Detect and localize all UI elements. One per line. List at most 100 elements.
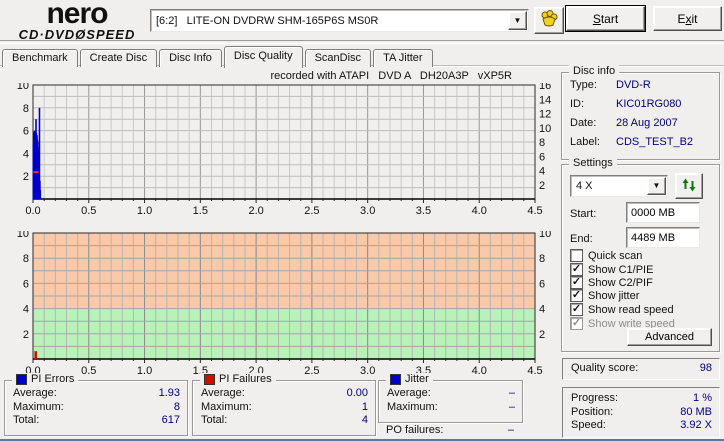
start-label-accel: S <box>592 11 601 26</box>
settings-groupbox: Settings 4 X ▼ Start: End: Quick scan Sh… <box>561 157 720 352</box>
disc-options-button[interactable] <box>534 7 564 34</box>
quality-score-row: Quality score: 98 <box>563 359 719 378</box>
tab-benchmark[interactable]: Benchmark <box>2 49 78 67</box>
svg-text:1.5: 1.5 <box>193 205 208 217</box>
svg-text:0.0: 0.0 <box>25 205 40 217</box>
stat-label: Average: <box>387 387 431 399</box>
checkbox-show-c1-pie[interactable]: Show C1/PIE <box>570 263 653 276</box>
svg-text:2.5: 2.5 <box>304 205 319 217</box>
checkbox-label: Show C1/PIE <box>588 263 654 276</box>
svg-text:12: 12 <box>539 109 551 121</box>
info-value: KIC01RG080 <box>616 98 682 110</box>
svg-text:4.5: 4.5 <box>527 205 542 217</box>
info-label: Label: <box>570 136 600 148</box>
pi-errors-title: PI Errors <box>31 373 75 385</box>
tab-disc-quality[interactable]: Disc Quality <box>223 46 303 68</box>
svg-text:4: 4 <box>23 148 29 160</box>
svg-text:8: 8 <box>539 137 545 149</box>
svg-text:10: 10 <box>539 231 551 240</box>
info-value: 28 Aug 2007 <box>616 117 678 129</box>
scan-speed-select[interactable]: 4 X ▼ <box>570 175 668 197</box>
stat-label: Maximum: <box>13 400 64 413</box>
drive-select[interactable]: [6:2] LITE-ON DVDRW SHM-165P6S MS0R ▼ <box>150 9 529 32</box>
end-mb-label: End: <box>570 233 593 245</box>
tab-scandisc[interactable]: ScanDisc <box>304 49 372 67</box>
jitter-legend-swatch <box>390 373 401 385</box>
svg-text:6: 6 <box>539 278 545 290</box>
scan-speed-dropdown-button[interactable]: ▼ <box>647 177 666 195</box>
nero-logo-text: nero <box>46 0 108 30</box>
disc-info-title-text: Disc info <box>573 65 616 77</box>
stat-value: – <box>508 387 515 399</box>
advanced-button[interactable]: Advanced <box>627 328 712 346</box>
stat-row: Maximum: 8 <box>5 401 187 415</box>
checkbox-show-read-speed[interactable]: Show read speed <box>570 303 674 316</box>
svg-text:1.0: 1.0 <box>137 205 152 217</box>
nero-cd-dvd-speed-window: nero CD·DVDØSPEED [6:2] LITE-ON DVDRW SH… <box>0 0 724 441</box>
pi-errors-legend-swatch <box>16 373 27 385</box>
tab-disc-info[interactable]: Disc Info <box>159 49 222 67</box>
jitter-title: Jitter <box>405 373 429 385</box>
stat-row: Average: 1.93 <box>5 387 187 401</box>
jitter-groupbox: Jitter Average: – Maximum: – <box>378 373 523 423</box>
stat-label: Total: <box>13 414 40 426</box>
disc-hand-icon <box>539 9 559 32</box>
speed-value: 3.92 X <box>680 419 712 431</box>
checkbox-label: Show C2/PIF <box>588 276 653 289</box>
checkbox-box[interactable] <box>570 276 583 289</box>
stat-label: Maximum: <box>201 400 252 413</box>
svg-text:14: 14 <box>539 94 551 106</box>
stat-value: – <box>508 400 515 413</box>
info-label: Type: <box>570 79 597 91</box>
exit-button[interactable]: Ex it <box>653 6 722 31</box>
checkbox-show-jitter[interactable]: Show jitter <box>570 289 639 302</box>
po-failures-label: PO failures: <box>386 424 444 436</box>
svg-text:10: 10 <box>17 231 29 240</box>
stat-row: Maximum: – <box>379 401 522 415</box>
tab-ta-jitter[interactable]: TA Jitter <box>373 49 433 67</box>
checkbox-label: Show jitter <box>588 289 640 302</box>
checkbox-quick-scan[interactable]: Quick scan <box>570 249 642 262</box>
checkbox-box <box>570 317 583 330</box>
settings-title: Settings <box>569 157 617 169</box>
stat-value: 8 <box>173 400 180 413</box>
checkbox-box[interactable] <box>570 289 583 302</box>
start-label-post: tart <box>600 11 619 26</box>
svg-text:4.5: 4.5 <box>527 365 542 377</box>
pi-failures-legend-swatch <box>204 373 215 385</box>
settings-title-text: Settings <box>573 157 613 169</box>
pi-errors-legend: PI Errors <box>12 373 79 385</box>
checkbox-show-c2-pif[interactable]: Show C2/PIF <box>570 276 653 289</box>
stat-value: 1 <box>361 400 368 413</box>
checkbox-box[interactable] <box>570 249 583 262</box>
checkbox-box[interactable] <box>570 303 583 316</box>
exit-label-post: it <box>691 11 698 26</box>
pi-failures-title: PI Failures <box>219 373 272 385</box>
pi-errors-chart: 2 4 6 8 10 2 4 6 8 10 12 14 16 0.0 0.5 1.0 1.5 2.0 2.5 3.0 3… <box>0 80 556 219</box>
speed-label: Speed: <box>571 419 606 431</box>
nero-logo: nero CD·DVDØSPEED <box>6 0 148 42</box>
svg-text:2: 2 <box>23 171 29 183</box>
checkbox-box[interactable] <box>570 263 583 276</box>
refresh-button[interactable] <box>675 173 703 199</box>
jitter-legend: Jitter <box>386 373 433 385</box>
stat-value: 4 <box>361 414 368 426</box>
stat-row: Total: 4 <box>193 414 375 428</box>
svg-text:10: 10 <box>17 83 29 92</box>
start-mb-field[interactable] <box>626 202 700 223</box>
drive-select-dropdown-button[interactable]: ▼ <box>508 11 527 30</box>
pi-errors-groupbox: PI Errors Average: 1.93 Maximum: 8 Total… <box>4 373 188 436</box>
svg-text:2: 2 <box>23 329 29 341</box>
tab-create-disc[interactable]: Create Disc <box>79 49 158 67</box>
refresh-icon <box>681 177 697 196</box>
end-mb-field[interactable] <box>626 227 700 248</box>
stat-row: Average: – <box>379 387 522 401</box>
start-button[interactable]: Start <box>566 6 645 31</box>
progress-row: Position: 80 MB <box>563 406 719 420</box>
checkbox-label: Show read speed <box>588 303 674 316</box>
stat-label: Average: <box>13 387 57 399</box>
stat-row: Average: 0.00 <box>193 387 375 401</box>
stat-value: 0.00 <box>346 387 368 399</box>
quality-score-panel: Quality score: 98 <box>562 358 720 380</box>
progress-value: 1 % <box>693 392 712 404</box>
